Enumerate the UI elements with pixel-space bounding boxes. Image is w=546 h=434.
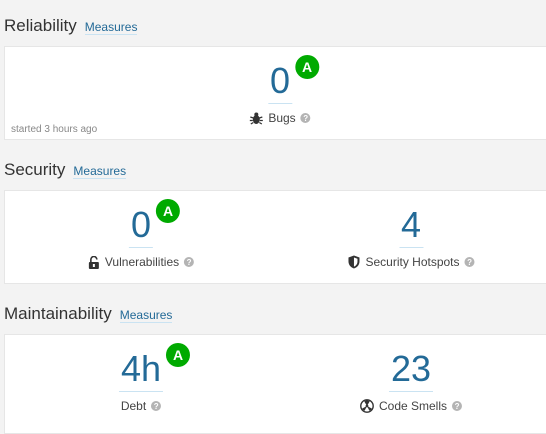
maintainability-measures-link[interactable]: Measures — [119, 308, 173, 323]
security-card: 0 A Vulnerabilities ? 4 Security Hotspot… — [4, 190, 546, 284]
vulnerabilities-help-icon[interactable]: ? — [184, 257, 195, 267]
code-smell-icon — [360, 399, 374, 413]
bugs-help-icon[interactable]: ? — [300, 113, 311, 123]
analysis-started-text: started 3 hours ago — [11, 124, 98, 135]
reliability-header: Reliability Measures — [4, 16, 138, 36]
vulnerabilities-value[interactable]: 0 — [128, 204, 154, 248]
bugs-metric: 0 A Bugs ? — [249, 55, 320, 125]
security-hotspots-label: Security Hotspots — [365, 255, 460, 269]
reliability-title: Reliability — [4, 16, 77, 35]
debt-metric: 4h A Debt ? — [118, 343, 191, 413]
bugs-value[interactable]: 0 — [267, 60, 293, 104]
vulnerabilities-label: Vulnerabilities — [104, 255, 180, 269]
security-hotspots-help-icon[interactable]: ? — [464, 257, 475, 267]
security-header: Security Measures — [4, 160, 127, 180]
bugs-rating-badge[interactable]: A — [295, 55, 320, 79]
code-smells-help-icon[interactable]: ? — [452, 401, 463, 411]
security-hotspots-value[interactable]: 4 — [398, 204, 424, 248]
maintainability-header: Maintainability Measures — [4, 304, 173, 324]
maintainability-title: Maintainability — [4, 304, 112, 323]
reliability-measures-link[interactable]: Measures — [84, 20, 138, 35]
reliability-card: 0 A Bugs ? started 3 hours ago — [4, 46, 546, 140]
code-smells-label: Code Smells — [378, 399, 448, 413]
debt-rating-badge[interactable]: A — [166, 343, 191, 367]
security-hotspots-metric: 4 Security Hotspots ? — [347, 204, 475, 269]
debt-help-icon[interactable]: ? — [151, 401, 162, 411]
bugs-label: Bugs — [268, 111, 296, 125]
code-smells-metric: 23 Code Smells ? — [360, 348, 463, 413]
bug-icon — [249, 112, 263, 125]
code-smells-value[interactable]: 23 — [388, 348, 434, 392]
shield-icon — [348, 255, 360, 269]
security-title: Security — [4, 160, 66, 179]
vulnerabilities-metric: 0 A Vulnerabilities ? — [88, 199, 195, 269]
debt-label: Debt — [120, 399, 147, 413]
debt-value[interactable]: 4h — [118, 348, 164, 392]
security-measures-link[interactable]: Measures — [73, 164, 127, 179]
vulnerabilities-rating-badge[interactable]: A — [156, 199, 181, 223]
maintainability-card: 4h A Debt ? 23 Code Smells ? — [4, 334, 546, 434]
unlock-icon — [88, 255, 99, 269]
